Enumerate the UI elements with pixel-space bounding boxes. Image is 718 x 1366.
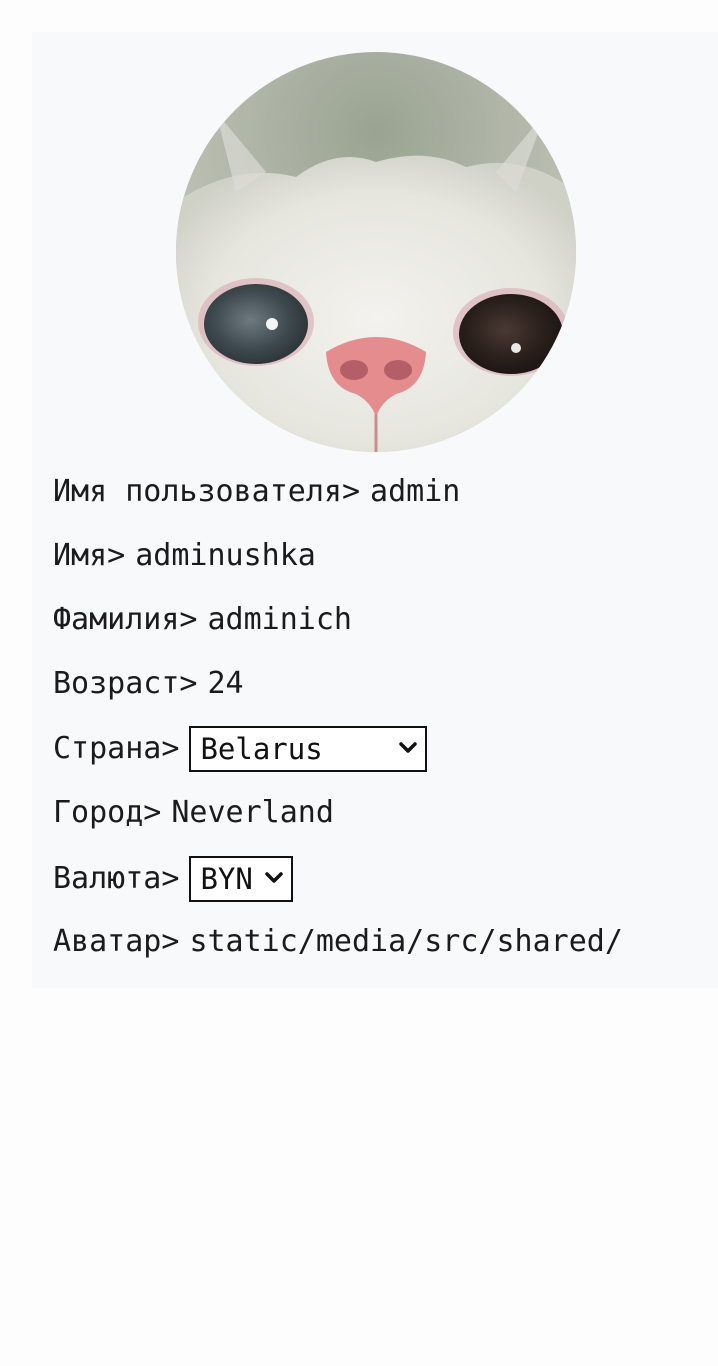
cat-avatar-icon xyxy=(176,52,576,452)
age-value: 24 xyxy=(207,666,244,701)
username-row: Имя пользователя> admin xyxy=(53,472,460,512)
city-row: Город> Neverland xyxy=(53,793,334,833)
country-selected-value: Belarus xyxy=(200,732,323,766)
avatar-path-label: Аватар> xyxy=(53,924,180,959)
avatar-path-row: Аватар> static/media/src/shared/ xyxy=(53,922,623,962)
age-label: Возраст> xyxy=(53,666,198,701)
currency-label: Валюта> xyxy=(53,861,180,896)
username-label: Имя пользователя> xyxy=(53,474,361,509)
chevron-down-icon xyxy=(265,872,284,883)
first-name-label: Имя> xyxy=(53,538,126,573)
country-row: Страна> Belarus xyxy=(53,724,428,774)
last-name-label: Фамилия> xyxy=(53,602,198,637)
avatar-path-value: static/media/src/shared/ xyxy=(189,924,623,959)
currency-select[interactable]: BYN xyxy=(189,856,294,902)
last-name-row: Фамилия> adminich xyxy=(53,600,352,640)
country-label: Страна> xyxy=(53,731,180,766)
city-label: Город> xyxy=(53,795,162,830)
last-name-value: adminich xyxy=(207,602,353,637)
username-value: admin xyxy=(370,474,461,509)
first-name-value: adminushka xyxy=(135,538,316,573)
first-name-row: Имя> adminushka xyxy=(53,536,316,576)
currency-row: Валюта> BYN xyxy=(53,854,294,904)
currency-selected-value: BYN xyxy=(200,862,253,896)
profile-card: Имя пользователя> admin Имя> adminushka … xyxy=(32,32,718,988)
country-select[interactable]: Belarus xyxy=(189,726,428,772)
age-row: Возраст> 24 xyxy=(53,664,244,704)
chevron-down-icon xyxy=(399,742,418,753)
city-value: Neverland xyxy=(171,795,334,830)
profile-avatar xyxy=(176,52,576,452)
